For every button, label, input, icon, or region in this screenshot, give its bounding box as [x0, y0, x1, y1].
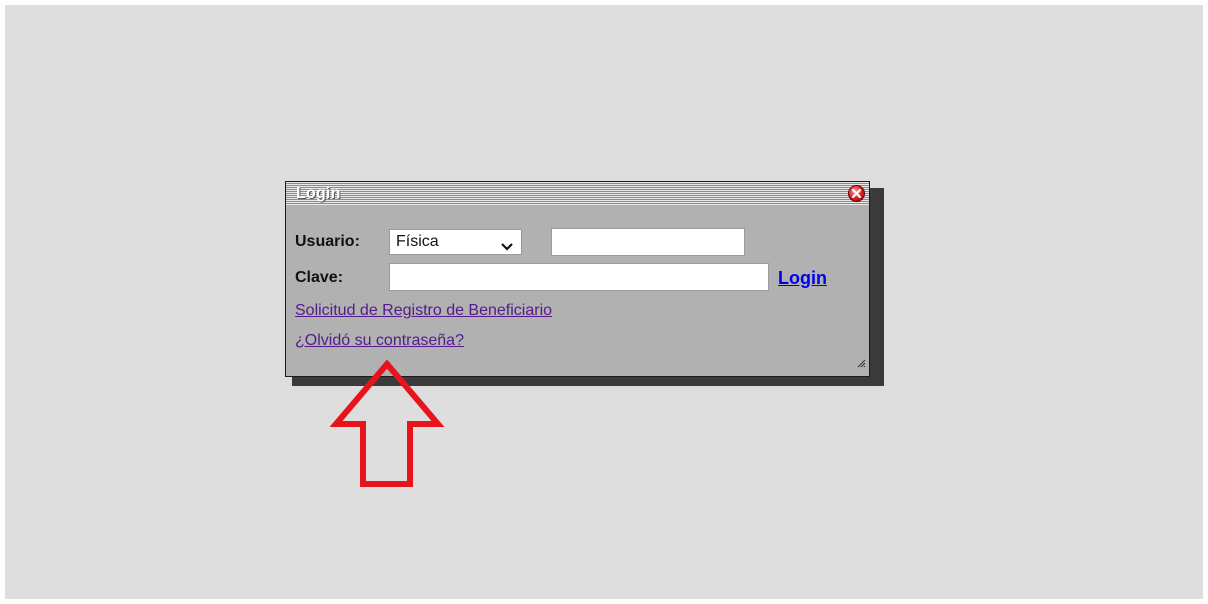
login-button[interactable]: Login — [778, 268, 827, 289]
close-icon[interactable] — [848, 185, 865, 202]
usuario-input[interactable] — [551, 228, 745, 256]
clave-label: Clave: — [295, 269, 344, 286]
up-arrow-annotation — [330, 359, 445, 487]
usuario-type-select[interactable]: Física — [389, 229, 522, 255]
chevron-down-icon — [501, 238, 513, 256]
dialog-title: Login — [296, 185, 341, 202]
forgot-password-link[interactable]: ¿Olvidó su contraseña? — [295, 332, 464, 350]
dialog-titlebar[interactable]: Login — [286, 182, 869, 205]
register-beneficiary-link[interactable]: Solicitud de Registro de Beneficiario — [295, 302, 552, 320]
usuario-type-value: Física — [396, 233, 439, 250]
resize-grip-icon[interactable] — [856, 355, 866, 373]
clave-password-field[interactable] — [389, 263, 769, 291]
usuario-label: Usuario: — [295, 233, 360, 250]
